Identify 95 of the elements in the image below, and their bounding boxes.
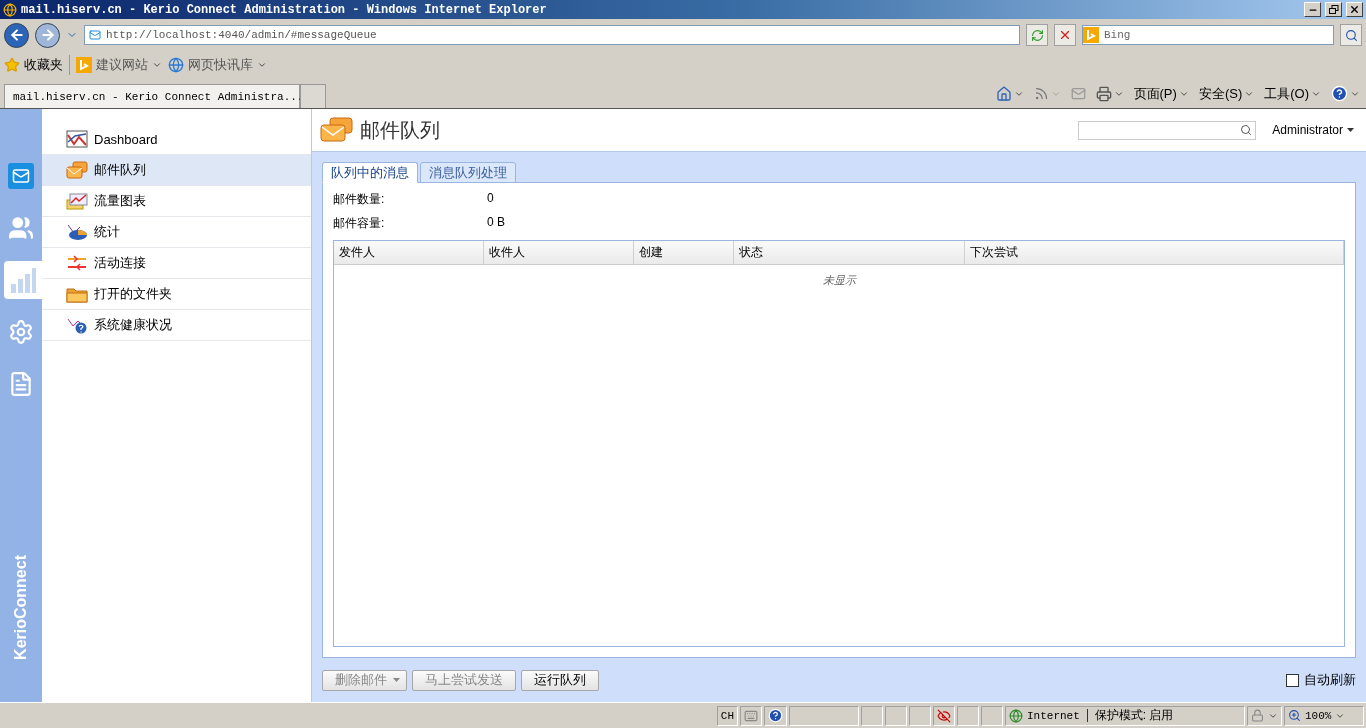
search-button[interactable] [1340, 24, 1362, 46]
document-icon [8, 371, 34, 397]
stop-button[interactable] [1054, 24, 1076, 46]
field-label: 邮件容量: [333, 215, 386, 232]
window-title: mail.hiserv.cn - Kerio Connect Administration - Windows Internet Explorer [21, 2, 548, 17]
browser-tab[interactable]: mail.hiserv.cn - Kerio Connect Administra... [4, 84, 300, 108]
column-header[interactable]: 创建 [634, 241, 734, 264]
keyboard-button[interactable] [740, 705, 762, 726]
status-pane [885, 705, 907, 726]
print-button[interactable] [1095, 85, 1124, 102]
column-header[interactable]: 下次尝试 [965, 241, 1344, 264]
envelopes-icon [320, 117, 354, 143]
page-title: 邮件队列 [360, 117, 440, 143]
input-language: CH [716, 705, 738, 726]
new-tab-button[interactable] [300, 84, 326, 108]
auto-refresh-checkbox[interactable]: 自动刷新 [1286, 671, 1356, 689]
privacy-button[interactable] [933, 705, 955, 726]
search-field[interactable]: Bing [1082, 25, 1334, 45]
zoom-icon [1288, 709, 1301, 722]
restore-button[interactable] [1325, 2, 1342, 17]
column-header[interactable]: 状态 [734, 241, 965, 264]
mail-icon [8, 163, 34, 189]
field-value: 0 [487, 191, 495, 207]
lock-icon [1251, 709, 1264, 722]
favorites-item[interactable]: 网页快讯库 [168, 56, 267, 74]
site-icon [89, 29, 101, 41]
star-icon [4, 57, 20, 73]
command-menu[interactable]: 工具(O) [1264, 84, 1321, 103]
command-menu[interactable]: 页面(P) [1133, 84, 1189, 103]
help-button[interactable] [764, 705, 787, 726]
refresh-icon [1030, 28, 1044, 42]
status-pane [981, 705, 1003, 726]
bing-icon [1083, 27, 1099, 43]
forward-icon [39, 27, 56, 43]
printer-icon [1095, 85, 1112, 102]
nav-item[interactable]: 邮件队列 [42, 155, 311, 186]
eye-icon [937, 708, 951, 723]
empty-message: 未显示 [822, 273, 856, 288]
address-field[interactable]: http://localhost:4040/admin/#messageQueue [84, 25, 1020, 45]
close-button[interactable] [1346, 2, 1363, 17]
bing-icon [76, 57, 92, 73]
forward-button[interactable] [35, 22, 60, 48]
mail-button[interactable] [1070, 86, 1086, 101]
favorites-item[interactable]: 建议网站 [76, 56, 162, 74]
minimize-button[interactable] [1304, 2, 1321, 17]
home-button[interactable] [995, 85, 1024, 102]
arrows-icon [66, 254, 88, 272]
folder-icon [66, 285, 88, 303]
rss-icon [1033, 86, 1049, 101]
caret-icon [1347, 128, 1354, 132]
user-menu[interactable]: Administrator [1272, 123, 1354, 137]
search-icon [1240, 124, 1253, 136]
search-field[interactable] [1078, 120, 1257, 140]
back-icon [8, 27, 25, 43]
search-icon [1344, 28, 1358, 42]
feeds-button[interactable] [1033, 86, 1061, 101]
settings-icon [8, 319, 34, 345]
globe-icon [3, 2, 17, 17]
envelopes-icon [66, 161, 88, 179]
status-pane [957, 705, 979, 726]
close-icon [1349, 4, 1360, 15]
security-zone: Internet 保护模式: 启用 [1005, 705, 1245, 726]
back-button[interactable] [4, 22, 29, 48]
help-icon [1331, 85, 1348, 102]
status-pane [909, 705, 931, 726]
line-chart-icon [66, 192, 88, 210]
column-header[interactable]: 收件人 [484, 241, 634, 264]
mail-icon [1070, 86, 1086, 101]
help-button[interactable] [1331, 85, 1360, 102]
health-chart-icon [66, 316, 88, 334]
status-pane [861, 705, 883, 726]
help-icon [768, 708, 783, 723]
zoom-control[interactable]: 100% [1284, 705, 1364, 726]
field-value: 0 B [487, 215, 506, 231]
keyboard-icon [744, 708, 758, 723]
bar-chart-icon [9, 266, 37, 294]
panel-tab[interactable]: 消息队列处理 [420, 162, 516, 183]
action-button[interactable]: 运行队列 [521, 669, 599, 691]
field-label: 邮件数量: [333, 191, 386, 208]
pie-chart-icon [66, 223, 88, 241]
restore-icon [1328, 5, 1339, 14]
brand-logo: KerioConnect [12, 555, 30, 660]
chart-icon [66, 130, 88, 148]
stop-icon [1058, 28, 1072, 42]
globe-icon [168, 57, 184, 73]
status-pane [789, 705, 859, 726]
refresh-button[interactable] [1026, 24, 1048, 46]
favorites-item[interactable]: 收藏夹 [4, 56, 63, 74]
globe-icon [1009, 708, 1023, 723]
command-menu[interactable]: 安全(S) [1198, 84, 1255, 103]
users-icon [8, 215, 34, 241]
home-icon [995, 85, 1012, 102]
column-header[interactable]: 发件人 [334, 241, 484, 264]
panel-tab[interactable]: 队列中的消息 [322, 162, 418, 183]
protection-button[interactable] [1247, 705, 1282, 726]
